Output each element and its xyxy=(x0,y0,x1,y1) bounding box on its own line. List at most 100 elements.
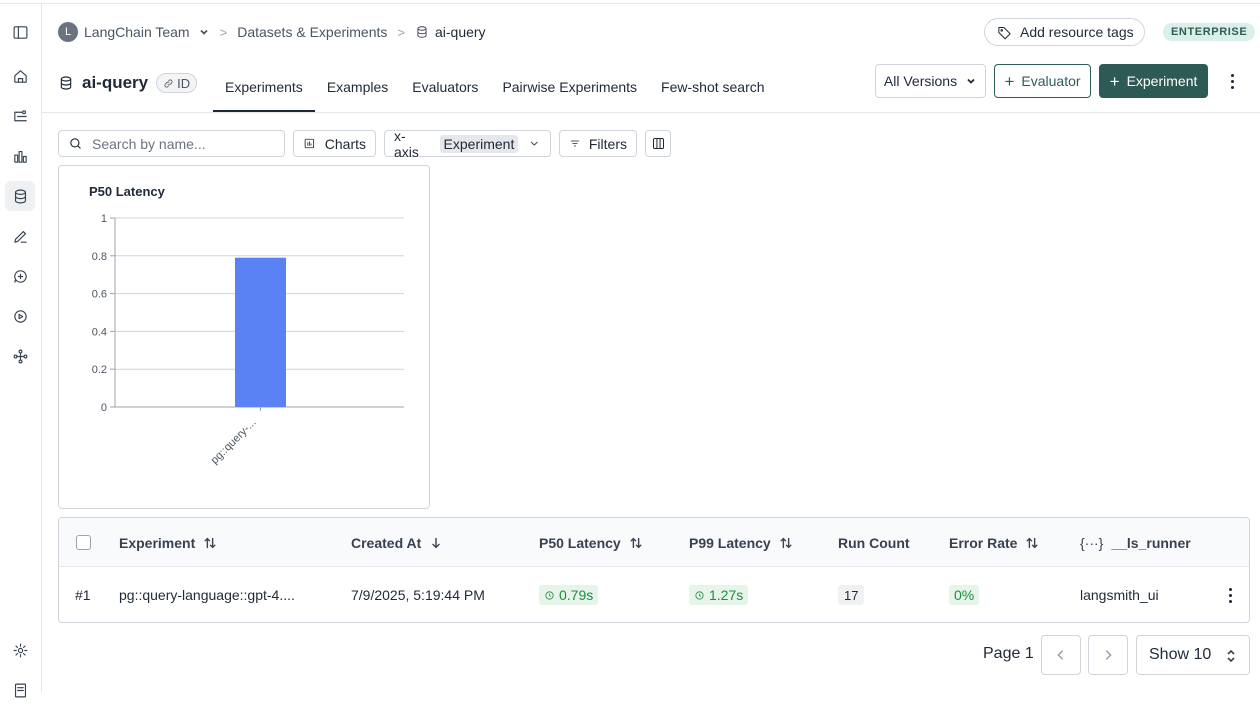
latency-value: 0.79s xyxy=(559,587,594,603)
sort-icon xyxy=(780,537,792,548)
header-divider xyxy=(42,112,1260,113)
search-field xyxy=(58,130,285,157)
row-p99-latency: 1.27s xyxy=(689,567,749,622)
tab-examples[interactable]: Examples xyxy=(315,62,400,112)
id-badge[interactable]: ID xyxy=(156,73,198,93)
column-experiment[interactable]: Experiment xyxy=(119,518,217,567)
tab-few-shot-search[interactable]: Few-shot search xyxy=(649,62,776,112)
dataset-tabs: Experiments Examples Evaluators Pairwise… xyxy=(213,62,777,112)
add-evaluator-button[interactable]: + Evaluator xyxy=(994,64,1091,98)
chevron-right-icon xyxy=(1105,650,1112,660)
dataset-icon xyxy=(417,26,427,38)
breadcrumb-separator-icon: > xyxy=(219,24,228,40)
add-experiment-button[interactable]: + Experiment xyxy=(1099,64,1208,98)
x-axis-select[interactable]: x-axis Experiment xyxy=(384,128,551,160)
page-size-label: Show 10 xyxy=(1149,646,1212,663)
dataset-title-group: ai-query ID xyxy=(58,71,198,95)
versions-select[interactable]: All Versions xyxy=(875,64,986,98)
panel-toggle-icon[interactable] xyxy=(5,17,35,47)
table-row[interactable]: #1 pg::query-language::gpt-4.... 7/9/202… xyxy=(59,567,1249,622)
plus-icon: + xyxy=(1109,71,1120,91)
p50-latency-chart-card: P50 Latency 0 0.2 0.4 0.6 0.8 1 pg::query-... xyxy=(58,165,430,509)
column-created-at[interactable]: Created At xyxy=(351,518,443,567)
y-tick-label: 0.2 xyxy=(92,364,107,376)
bar xyxy=(235,257,286,407)
tab-evaluators[interactable]: Evaluators xyxy=(400,62,490,112)
error-rate-badge: 0% xyxy=(949,585,980,605)
y-tick-label: 0.8 xyxy=(92,251,107,263)
chevron-down-icon[interactable] xyxy=(198,26,210,38)
page-title: ai-query xyxy=(82,73,149,92)
charts-label: Charts xyxy=(324,135,366,152)
id-label: ID xyxy=(177,75,191,91)
tab-pairwise-experiments[interactable]: Pairwise Experiments xyxy=(490,62,649,112)
add-resource-tags-button[interactable]: Add resource tags xyxy=(984,18,1145,46)
breadcrumb-current: ai-query xyxy=(434,24,486,40)
column-p99-latency[interactable]: P99 Latency xyxy=(689,518,793,567)
row-p50-latency: 0.79s xyxy=(539,567,599,622)
table-header: Experiment Created At P50 Latency P99 La… xyxy=(59,518,1249,567)
column-run-count[interactable]: Run Count xyxy=(838,518,910,567)
experiments-table: Experiment Created At P50 Latency P99 La… xyxy=(58,517,1250,623)
chevron-left-icon xyxy=(1057,650,1064,660)
clock-icon xyxy=(545,590,554,600)
column-label: Created At xyxy=(351,534,422,551)
column-label: __ls_runner xyxy=(1111,534,1191,551)
column-ls-runner[interactable]: {···} __ls_runner xyxy=(1080,518,1191,567)
column-label: Experiment xyxy=(119,534,196,551)
latency-value: 1.27s xyxy=(709,587,744,603)
y-tick-label: 1 xyxy=(101,213,107,225)
next-page-button[interactable] xyxy=(1088,635,1128,675)
evaluator-label: Evaluator xyxy=(1021,73,1081,89)
p50-latency-chart: 0 0.2 0.4 0.6 0.8 1pg::query-... xyxy=(92,213,404,467)
deployments-icon[interactable] xyxy=(5,341,35,371)
row-experiment-name[interactable]: pg::query-language::gpt-4.... xyxy=(119,567,295,622)
more-options-icon[interactable] xyxy=(1222,70,1242,92)
filter-icon xyxy=(570,140,579,147)
tab-experiments[interactable]: Experiments xyxy=(213,62,315,112)
playground-icon[interactable] xyxy=(5,301,35,331)
x-tick-label: pg::query-... xyxy=(209,417,259,467)
previous-page-button[interactable] xyxy=(1041,635,1081,675)
row-error-rate: 0% xyxy=(949,567,980,622)
monitoring-icon[interactable] xyxy=(5,141,35,171)
row-run-count: 17 xyxy=(838,567,865,622)
plan-badge: ENTERPRISE xyxy=(1163,23,1256,41)
column-p50-latency[interactable]: P50 Latency xyxy=(539,518,643,567)
versions-label: All Versions xyxy=(883,73,958,89)
top-border xyxy=(0,0,1260,4)
datasets-icon[interactable] xyxy=(5,181,35,211)
y-tick-label: 0.6 xyxy=(92,289,107,301)
column-label: Error Rate xyxy=(949,534,1018,551)
charts-button[interactable]: Charts xyxy=(293,130,376,157)
plus-icon: + xyxy=(1004,71,1015,91)
filters-label: Filters xyxy=(588,135,627,152)
column-error-rate[interactable]: Error Rate xyxy=(949,518,1039,567)
search-input[interactable] xyxy=(92,135,272,152)
tracing-icon[interactable] xyxy=(5,101,35,131)
page-size-select[interactable]: Show 10 xyxy=(1136,635,1250,675)
columns-button[interactable] xyxy=(645,130,671,157)
row-index: #1 xyxy=(75,587,91,603)
page-indicator: Page 1 xyxy=(983,645,1034,662)
row-more-options-icon[interactable] xyxy=(1225,586,1235,604)
annotation-icon[interactable] xyxy=(5,221,35,251)
prompts-icon[interactable] xyxy=(5,261,35,291)
x-axis-value: Experiment xyxy=(439,134,519,153)
link-icon xyxy=(164,79,173,87)
breadcrumb-section[interactable]: Datasets & Experiments xyxy=(237,24,387,40)
filters-button[interactable]: Filters xyxy=(559,130,637,157)
sort-icon xyxy=(630,537,642,548)
row-created-at: 7/9/2025, 5:19:44 PM xyxy=(351,587,485,603)
search-icon xyxy=(70,138,81,149)
breadcrumb-workspace[interactable]: LangChain Team xyxy=(84,24,190,40)
avatar[interactable]: L xyxy=(58,22,78,42)
home-icon[interactable] xyxy=(5,61,35,91)
dataset-icon xyxy=(60,76,72,90)
tag-icon xyxy=(998,26,1011,39)
docs-icon[interactable] xyxy=(5,675,35,705)
select-all-checkbox[interactable] xyxy=(76,535,91,550)
settings-icon[interactable] xyxy=(5,635,35,665)
y-tick-label: 0.4 xyxy=(92,326,107,338)
row-ls-runner: langsmith_ui xyxy=(1080,587,1159,603)
